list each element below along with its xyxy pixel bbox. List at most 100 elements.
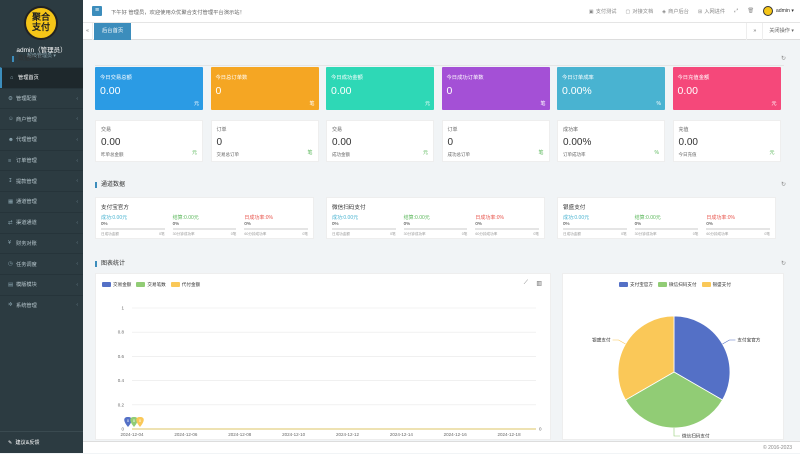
top-link-docs[interactable]: ▢ 对接文档 bbox=[626, 8, 654, 15]
y-tick-label: 1 bbox=[121, 306, 124, 311]
line-chart: 交易金额 交易笔数 代付金额 ⟋ ▥ 1 0.8 0.6 0.4 0.2 0 2024-12… bbox=[95, 273, 551, 440]
sidebar-item-system[interactable]: ✲ 系统管理 ‹ bbox=[0, 294, 83, 316]
logo-text-1: 聚合 bbox=[31, 13, 50, 23]
trash-icon[interactable]: 🗑 bbox=[747, 8, 754, 14]
logo[interactable]: 聚合 支付 bbox=[24, 6, 58, 40]
refresh-icon[interactable]: ↻ bbox=[781, 181, 786, 188]
pie-label: 银盛支付 bbox=[592, 337, 611, 344]
small-card-value: 0 bbox=[447, 137, 454, 148]
pie-label-line bbox=[722, 339, 736, 345]
progress-bar bbox=[172, 228, 237, 230]
user-group-icon: ☻ bbox=[8, 136, 14, 143]
gear-icon: ⚙ bbox=[8, 95, 13, 102]
sidebar-item-agents[interactable]: ☻ 代理管理 ‹ bbox=[0, 129, 83, 150]
channel-icon: ▦ bbox=[8, 198, 14, 205]
fullscreen-icon[interactable]: ⤢ bbox=[734, 8, 738, 15]
feedback-link[interactable]: ✎ 建议&反馈 bbox=[0, 431, 83, 453]
menu-toggle-icon[interactable]: ≡ bbox=[92, 6, 102, 16]
top-link-pay-test[interactable]: ▣ 支付测试 bbox=[589, 8, 617, 15]
x-tick-label: 2024-12-14 bbox=[390, 432, 414, 437]
top-link-onboard[interactable]: ⊞ 入网进件 bbox=[698, 8, 725, 15]
close-tabs-menu[interactable]: 关闭操作 ▾ bbox=[762, 23, 800, 40]
sidebar-item-routes[interactable]: ⇄ 渠道通道 ‹ bbox=[0, 211, 83, 233]
sidebar-item-withdraw[interactable]: ↧ 提款管理 ‹ bbox=[0, 170, 83, 191]
sidebar-item-label: 渠道通道 bbox=[16, 220, 37, 227]
small-stat-card: 订单 0 交易总订单 笔 bbox=[210, 120, 319, 162]
stat-card-unit-icon: 元 bbox=[771, 101, 777, 107]
x-tick-label: 2024-12-04 bbox=[120, 432, 144, 437]
chevron-left-icon: ‹ bbox=[76, 136, 78, 143]
sidebar-item-orders[interactable]: ≡ 订单管理 ‹ bbox=[0, 149, 83, 171]
channel-settle: 结算:0.00元 bbox=[634, 215, 661, 221]
sidebar-item-merchants[interactable]: ☺ 商户管理 ‹ bbox=[0, 108, 83, 129]
top-link-label: 入网进件 bbox=[704, 8, 726, 15]
stat-card-unit-icon: 元 bbox=[193, 101, 199, 107]
sidebar-item-label: 代理管理 bbox=[16, 137, 37, 144]
small-stat-card: 成功率 0.00% 订单成功率% bbox=[557, 120, 665, 162]
x-tick-label: 2024-12-06 bbox=[174, 432, 198, 437]
tab-scroll-right-icon[interactable]: » bbox=[746, 23, 762, 40]
home-icon: ⌂ bbox=[10, 74, 14, 81]
avatar bbox=[762, 6, 773, 16]
sidebar-item-label: 任务调度 bbox=[16, 261, 37, 268]
stat-card-unit-icon: 元 bbox=[424, 101, 430, 107]
tab-home[interactable]: 后台首页 bbox=[94, 23, 132, 40]
channel-foot-label: 30分钟成功率 bbox=[403, 232, 426, 236]
y-tick-label: 0.6 bbox=[118, 354, 125, 359]
withdraw-icon: ↧ bbox=[8, 178, 13, 185]
channel-foot-value: 0笔 bbox=[621, 232, 627, 236]
feedback-label: 建议&反馈 bbox=[15, 440, 40, 446]
list-icon: ≡ bbox=[8, 157, 12, 164]
sidebar-item-finance[interactable]: ¥ 财务对账 ‹ bbox=[0, 232, 83, 254]
stat-card-value: 0 bbox=[215, 85, 222, 97]
pie-chart: 支付宝官方 微信扫码支付 银盛支付 支付宝官方 微信扫码支付 银盛支付 bbox=[562, 273, 784, 440]
channel-foot-label: 60分钟成功率 bbox=[706, 232, 729, 236]
refresh-icon[interactable]: ↻ bbox=[781, 260, 786, 267]
sidebar-item-label: 系统管理 bbox=[16, 302, 37, 309]
tab-scroll-left-icon[interactable]: « bbox=[83, 23, 93, 40]
stat-card-value: 0.00 bbox=[677, 85, 698, 97]
small-card-value: 0.00 bbox=[678, 137, 698, 148]
sidebar-item-channels[interactable]: ▦ 通道管理 ‹ bbox=[0, 191, 83, 212]
progress-bar bbox=[706, 228, 771, 230]
refresh-icon[interactable]: ↻ bbox=[781, 55, 786, 62]
divider bbox=[95, 65, 784, 66]
channel-name: 银盛支付 bbox=[563, 205, 586, 211]
sidebar-item-label: 财务对账 bbox=[16, 240, 37, 247]
small-card-desc: 交易总订单 bbox=[216, 152, 240, 157]
logo-text-2: 支付 bbox=[31, 23, 50, 33]
sidebar-item-templates[interactable]: ▤ 模版模块 ‹ bbox=[0, 273, 83, 295]
x-tick-label: 2024-12-16 bbox=[444, 432, 468, 437]
stat-card-title: 今日充值金额 bbox=[677, 75, 710, 81]
sidebar-item-home[interactable]: ⌂ 管理首页 bbox=[0, 67, 83, 88]
progress-bar bbox=[403, 228, 468, 230]
stat-card: 今日交易总额 0.00 元 bbox=[95, 67, 203, 110]
small-card-title: 成功率 bbox=[563, 127, 579, 133]
stat-card-unit-icon: 笔 bbox=[309, 101, 315, 107]
channel-foot-value: 0笔 bbox=[302, 232, 309, 236]
top-link-label: 支付测试 bbox=[595, 8, 617, 15]
channel-foot-label: 日成功金额 bbox=[101, 232, 119, 236]
channel-card: 银盛支付 成功:0.00元 0% 日成功金额 0笔 结算:0.00元 0% 30分钟成功率… bbox=[557, 197, 776, 239]
channel-foot-label: 30分钟成功率 bbox=[172, 232, 195, 236]
money-icon: ¥ bbox=[8, 240, 12, 247]
chevron-left-icon: ‹ bbox=[76, 116, 78, 123]
small-card-desc: 昨单总金额 bbox=[101, 152, 124, 157]
y-tick-label: 0.4 bbox=[118, 378, 125, 383]
channel-name: 支付宝官方 bbox=[101, 205, 129, 211]
channel-foot-value: 0笔 bbox=[159, 232, 165, 236]
sidebar-menu: ⌂ 管理首页 ⚙ 管理配置 ‹ ☺ 商户管理 ‹ ☻ 代理管理 ‹ ≡ 订单管理 ‹ ↧ 提款管理 ‹… bbox=[0, 67, 83, 315]
stat-card-title: 今日成功订单数 bbox=[446, 75, 484, 81]
channel-foot-label: 60分钟成功率 bbox=[475, 232, 498, 236]
sidebar-item-tasks[interactable]: ◷ 任务调度 ‹ bbox=[0, 253, 83, 274]
channel-name: 微信扫码支付 bbox=[332, 205, 366, 211]
user-menu[interactable]: admin ▾ bbox=[762, 6, 794, 16]
progress-bar bbox=[332, 228, 396, 230]
channel-foot-value: 0笔 bbox=[230, 232, 237, 236]
top-link-merchant[interactable]: ◈ 商户后台 bbox=[662, 8, 689, 15]
small-stat-card: 充值 0.00 今日充值 元 bbox=[672, 120, 781, 162]
stat-card: 今日成功金额 0.00 元 bbox=[326, 67, 434, 110]
pie-label: 支付宝官方 bbox=[737, 337, 760, 344]
sidebar-item-config[interactable]: ⚙ 管理配置 ‹ bbox=[0, 87, 83, 109]
pay-icon: ▣ bbox=[588, 8, 594, 15]
